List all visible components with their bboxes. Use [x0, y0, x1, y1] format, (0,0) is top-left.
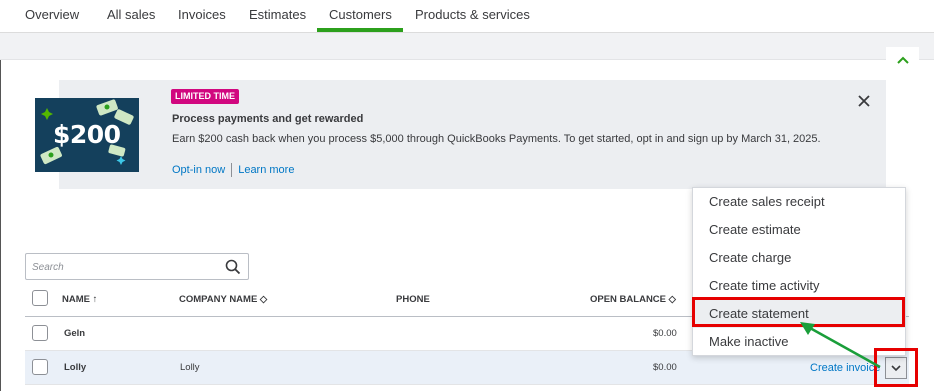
select-all-checkbox[interactable] [32, 290, 48, 306]
customer-name[interactable]: Geln [64, 328, 85, 339]
promo-image: $200 [35, 98, 139, 172]
menu-item-create-charge[interactable]: Create charge [693, 244, 905, 272]
column-header-name[interactable]: NAME ↑ [62, 294, 97, 305]
opt-in-link[interactable]: Opt-in now [172, 164, 225, 176]
search-box [25, 253, 249, 280]
menu-item-create-estimate[interactable]: Create estimate [693, 216, 905, 244]
close-icon[interactable] [856, 93, 872, 109]
header-band [0, 33, 934, 60]
table-row: Lolly Lolly $0.00 [25, 351, 909, 385]
tab-overview[interactable]: Overview [25, 7, 79, 22]
column-header-open-balance[interactable]: OPEN BALANCE ◇ [590, 294, 676, 305]
search-icon[interactable] [225, 259, 241, 275]
promo-links: Opt-in now Learn more [172, 163, 294, 177]
column-header-company[interactable]: COMPANY NAME ◇ [179, 294, 267, 305]
tab-customers[interactable]: Customers [329, 7, 392, 22]
action-dropdown-button[interactable] [885, 357, 907, 379]
active-tab-indicator [317, 28, 403, 32]
tab-bar: Overview All sales Invoices Estimates Cu… [0, 0, 934, 33]
tab-products-services[interactable]: Products & services [415, 7, 530, 22]
tab-all-sales[interactable]: All sales [107, 7, 155, 22]
tab-estimates[interactable]: Estimates [249, 7, 306, 22]
open-balance: $0.00 [653, 362, 677, 373]
column-header-phone: PHONE [396, 294, 430, 305]
action-menu: Create sales receipt Create estimate Cre… [692, 187, 906, 356]
row-checkbox[interactable] [32, 359, 48, 375]
open-balance: $0.00 [653, 328, 677, 339]
promo-title: Process payments and get rewarded [172, 113, 364, 125]
create-invoice-link[interactable]: Create invoice [810, 362, 880, 374]
menu-item-create-time-activity[interactable]: Create time activity [693, 272, 905, 300]
menu-item-create-sales-receipt[interactable]: Create sales receipt [693, 188, 905, 216]
search-input[interactable] [32, 258, 212, 276]
chevron-up-icon [896, 56, 909, 64]
collapse-button[interactable] [886, 47, 919, 73]
limited-time-badge: LIMITED TIME [171, 89, 239, 104]
tab-invoices[interactable]: Invoices [178, 7, 226, 22]
row-checkbox[interactable] [32, 325, 48, 341]
customer-name[interactable]: Lolly [64, 362, 86, 373]
menu-item-make-inactive[interactable]: Make inactive [693, 328, 905, 356]
link-divider [231, 163, 233, 177]
promo-description: Earn $200 cash back when you process $5,… [172, 133, 821, 145]
promo-amount: $200 [53, 120, 121, 149]
chevron-down-icon [891, 364, 901, 371]
learn-more-link[interactable]: Learn more [238, 164, 294, 176]
company-name: Lolly [180, 362, 200, 373]
menu-item-create-statement[interactable]: Create statement [693, 300, 905, 328]
